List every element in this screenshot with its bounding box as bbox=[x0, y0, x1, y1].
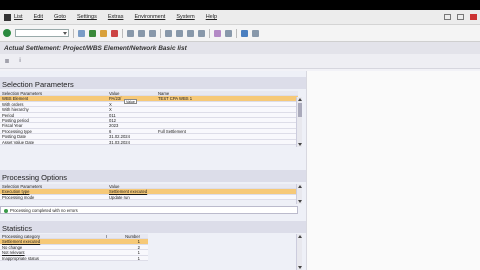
status-message-text: Processing completed with no errors bbox=[10, 208, 78, 213]
statistics-scrollbar[interactable] bbox=[296, 234, 302, 270]
menu-goto[interactable]: Goto bbox=[54, 14, 66, 20]
list-icon[interactable]: ≣ bbox=[3, 57, 11, 65]
maximize-icon[interactable] bbox=[457, 14, 464, 20]
selection-table: Selection Parameters Value Name WBS Elem… bbox=[0, 91, 298, 145]
cell-param: Asset Value Date bbox=[2, 139, 35, 145]
menu-help[interactable]: Help bbox=[206, 14, 217, 20]
command-field[interactable] bbox=[15, 29, 69, 37]
statistics-heading: Statistics bbox=[0, 221, 306, 233]
exit-icon[interactable] bbox=[100, 29, 107, 37]
selection-heading: Selection Parameters bbox=[0, 77, 306, 89]
cell-value: Update run bbox=[109, 194, 130, 200]
scroll-thumb[interactable] bbox=[298, 103, 302, 117]
menu-extras[interactable]: Extras bbox=[108, 14, 124, 20]
first-page-icon[interactable] bbox=[165, 29, 172, 37]
cancel-icon[interactable] bbox=[111, 29, 118, 37]
layout-icon[interactable] bbox=[252, 29, 259, 37]
menu-bar: List Edit Goto Settings Extras Environme… bbox=[0, 10, 480, 25]
close-icon[interactable] bbox=[470, 14, 477, 20]
scroll-down-icon[interactable] bbox=[298, 266, 302, 269]
processing-heading: Processing Options bbox=[0, 170, 306, 182]
scroll-down-icon[interactable] bbox=[298, 143, 302, 146]
last-page-icon[interactable] bbox=[198, 29, 205, 37]
menu-system[interactable]: System bbox=[176, 14, 194, 20]
info-icon[interactable]: i bbox=[16, 57, 24, 65]
menu-list[interactable]: List bbox=[14, 14, 23, 20]
basic-list: Selection Parameters Selection Parameter… bbox=[0, 71, 306, 270]
scroll-down-icon[interactable] bbox=[298, 200, 302, 203]
statistics-table: Processing category I Number Settlement … bbox=[0, 234, 148, 261]
menu-settings[interactable]: Settings bbox=[77, 14, 97, 20]
application-toolbar: ≣ i bbox=[0, 54, 480, 69]
toolbar-separator bbox=[122, 28, 123, 38]
cell-category: Inappropriate status bbox=[2, 255, 40, 261]
sap-menu-icon[interactable] bbox=[4, 13, 11, 21]
toolbar-separator bbox=[160, 28, 161, 38]
find-next-icon[interactable] bbox=[149, 29, 156, 37]
table-row[interactable]: Asset Value Date 31.03.2024 bbox=[0, 140, 298, 145]
table-row[interactable]: Inappropriate status 1 bbox=[0, 256, 148, 261]
tooltip: Value bbox=[124, 99, 137, 104]
back-icon[interactable] bbox=[89, 29, 96, 37]
empty-area bbox=[306, 71, 480, 270]
scroll-up-icon[interactable] bbox=[298, 235, 302, 238]
table-row[interactable]: Processing mode Update run bbox=[0, 194, 298, 201]
scroll-up-icon[interactable] bbox=[298, 98, 302, 101]
cell-value: 31.03.2024 bbox=[109, 139, 130, 145]
toolbar-separator bbox=[73, 28, 74, 38]
find-icon[interactable] bbox=[138, 29, 145, 37]
selection-scrollbar[interactable] bbox=[296, 97, 302, 147]
page-title: Actual Settlement: Project/WBS Element/N… bbox=[4, 44, 187, 52]
create-session-icon[interactable] bbox=[214, 29, 221, 37]
processing-scrollbar[interactable] bbox=[296, 184, 302, 204]
title-bar: Actual Settlement: Project/WBS Element/N… bbox=[0, 42, 480, 54]
success-icon bbox=[4, 208, 8, 213]
processing-table: Selection Parameters Value Execution typ… bbox=[0, 184, 298, 201]
scroll-up-icon[interactable] bbox=[298, 185, 302, 188]
status-message: Processing completed with no errors bbox=[0, 206, 298, 214]
menu-environment[interactable]: Environment bbox=[134, 14, 165, 20]
save-icon[interactable] bbox=[78, 29, 85, 37]
print-icon[interactable] bbox=[127, 29, 134, 37]
next-page-icon[interactable] bbox=[187, 29, 194, 37]
toolbar-separator bbox=[236, 28, 237, 38]
toolbar-separator bbox=[209, 28, 210, 38]
window-controls bbox=[444, 14, 477, 20]
enter-icon[interactable] bbox=[3, 29, 11, 37]
menu-edit[interactable]: Edit bbox=[34, 14, 43, 20]
cell-param: Processing mode bbox=[2, 194, 35, 200]
cell-number: 1 bbox=[137, 255, 140, 261]
help-icon[interactable] bbox=[241, 29, 248, 37]
shortcut-icon[interactable] bbox=[225, 29, 232, 37]
prev-page-icon[interactable] bbox=[176, 29, 183, 37]
command-bar bbox=[0, 25, 480, 42]
minimize-icon[interactable] bbox=[444, 14, 451, 20]
sap-window: List Edit Goto Settings Extras Environme… bbox=[0, 10, 480, 270]
